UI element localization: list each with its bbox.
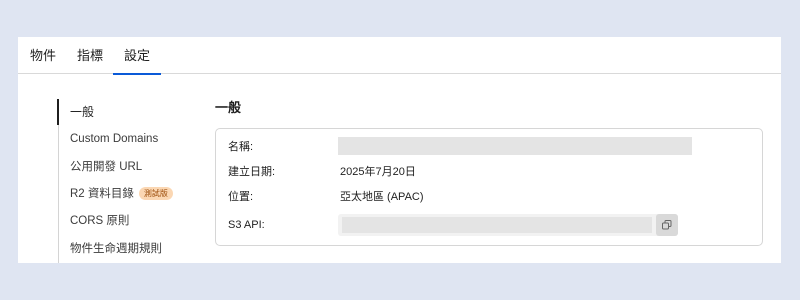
sidebar-item-general[interactable]: 一般 — [70, 102, 94, 122]
location-value: 亞太地區 (APAC) — [340, 191, 424, 203]
copy-button[interactable] — [656, 214, 678, 236]
s3-api-value-redacted — [342, 217, 652, 233]
created-date-value: 2025年7月20日 — [340, 166, 416, 178]
sidebar-item-label: R2 資料目錄 — [70, 188, 134, 200]
name-label: 名稱: — [228, 141, 254, 153]
sidebar-item-r2-data-catalog[interactable]: R2 資料目錄 測試版 — [70, 184, 173, 204]
created-date-label: 建立日期: — [228, 166, 276, 178]
name-value-redacted — [338, 137, 692, 155]
sidebar-active-indicator — [57, 99, 59, 125]
tab-metrics[interactable]: 指標 — [77, 37, 103, 74]
copy-icon — [662, 220, 672, 230]
sidebar-item-public-dev-url[interactable]: 公用開發 URL — [70, 157, 142, 177]
section-title: 一般 — [215, 100, 242, 115]
beta-badge: 測試版 — [138, 187, 173, 200]
s3-api-field — [338, 214, 678, 236]
general-info-card: 名稱: 建立日期: 2025年7月20日 位置: 亞太地區 (APAC) S3 … — [215, 128, 763, 246]
sidebar-item-cors-policy[interactable]: CORS 原則 — [70, 211, 129, 231]
sidebar-item-object-lifecycle-rules[interactable]: 物件生命週期規則 — [70, 239, 162, 259]
tab-settings[interactable]: 設定 — [113, 37, 161, 75]
tab-bar: 物件 指標 設定 — [18, 37, 781, 75]
s3-api-label: S3 API: — [228, 219, 265, 231]
sidebar-item-custom-domains[interactable]: Custom Domains — [70, 129, 158, 149]
settings-panel: 物件 指標 設定 一般 Custom Domains 公用開發 URL R2 資… — [18, 37, 781, 263]
tab-objects[interactable]: 物件 — [30, 37, 56, 74]
location-label: 位置: — [228, 191, 254, 203]
